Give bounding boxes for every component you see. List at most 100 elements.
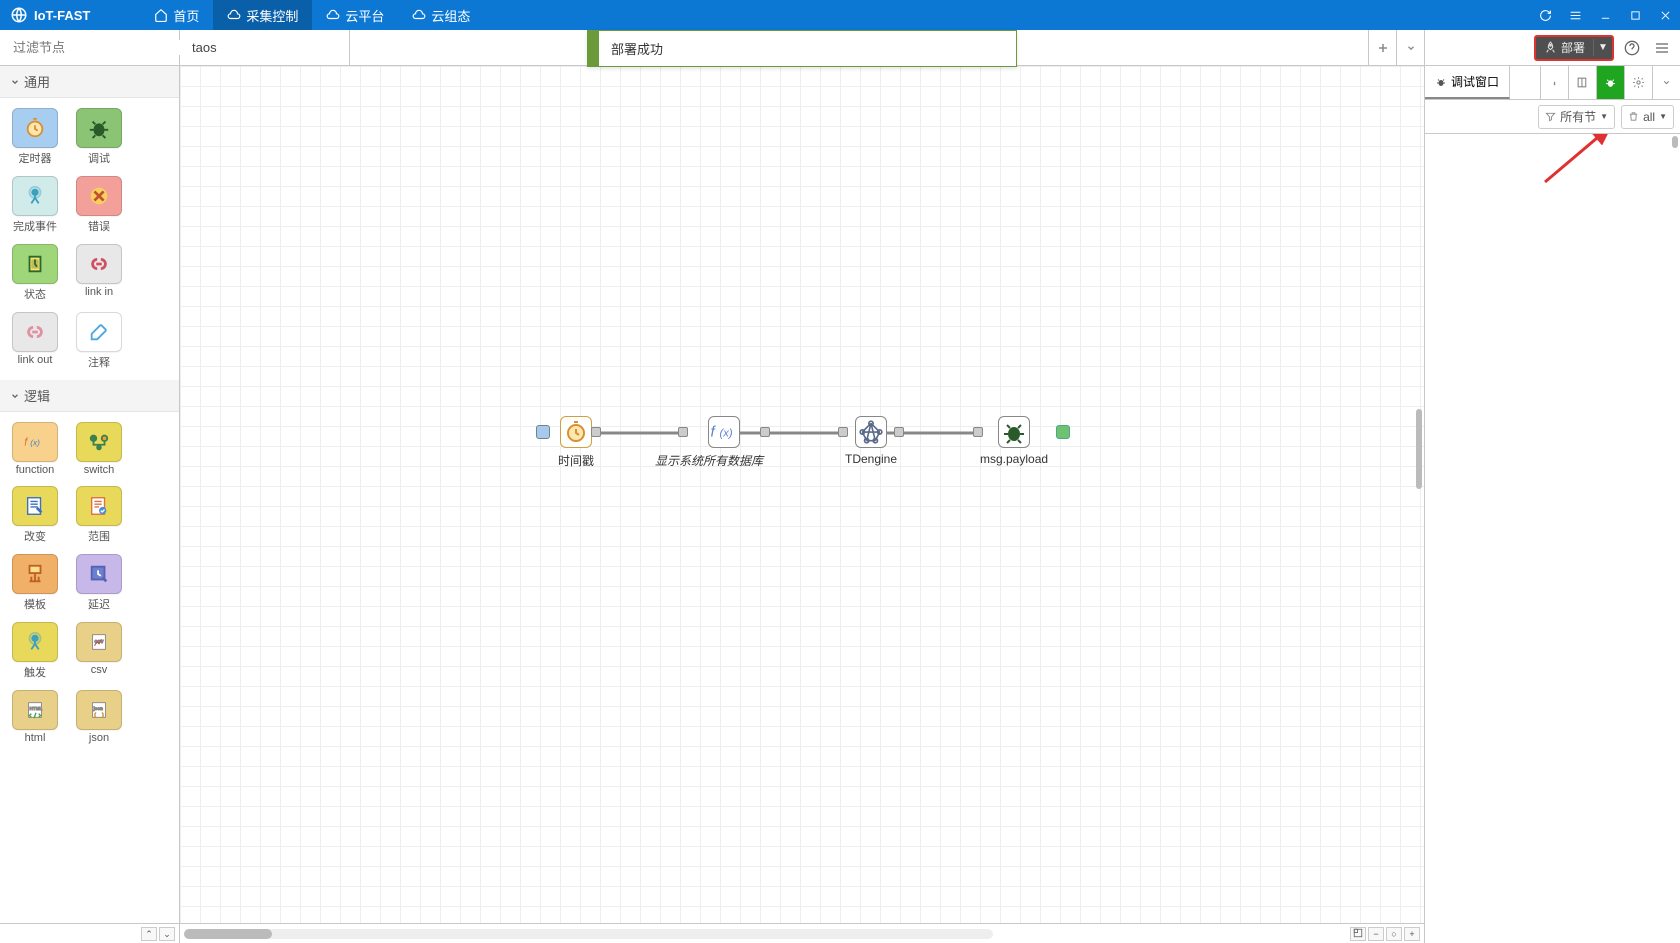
- debug-vertical-scrollbar[interactable]: [1672, 136, 1678, 941]
- close-icon: [1660, 10, 1671, 21]
- svg-text:HTML: HTML: [30, 706, 43, 711]
- debug-toggle-button[interactable]: [1056, 425, 1070, 439]
- add-flow-button[interactable]: [1368, 30, 1396, 66]
- inject-trigger-button[interactable]: [536, 425, 550, 439]
- svg-text:f: f: [711, 424, 717, 441]
- palette-footer: ⌃ ⌄: [0, 923, 179, 943]
- plus-icon: [1377, 42, 1389, 54]
- hamburger-icon: [1654, 40, 1670, 56]
- node-html[interactable]: HTMLhtml: [8, 690, 62, 744]
- navigator-button[interactable]: [1350, 927, 1366, 941]
- maximize-button[interactable]: [1620, 0, 1650, 30]
- chevron-down-icon: [10, 391, 20, 401]
- canvas-wrap: 时间戳 f(x) 显示系统所有数据库 TDengine: [180, 66, 1424, 923]
- menu-cloud-platform[interactable]: 云平台: [312, 0, 398, 30]
- canvas-horizontal-scrollbar[interactable]: [184, 929, 993, 939]
- workspace: taos 部署成功 时间戳: [180, 30, 1424, 943]
- node-input-port[interactable]: [973, 427, 983, 437]
- zoom-out-button[interactable]: −: [1368, 927, 1384, 941]
- node-comment[interactable]: 注释: [72, 312, 126, 370]
- deploy-button[interactable]: 部署 ▼: [1534, 35, 1614, 61]
- category-general[interactable]: 通用: [0, 66, 179, 98]
- category-logic[interactable]: 逻辑: [0, 380, 179, 412]
- cloud-state-icon: [412, 8, 426, 22]
- node-output-port[interactable]: [591, 427, 601, 437]
- menu-collect-control[interactable]: 采集控制: [213, 0, 312, 30]
- debug-filter-dropdown[interactable]: 所有节 ▼: [1538, 105, 1615, 129]
- svg-text:(x): (x): [720, 428, 733, 440]
- node-output-port[interactable]: [894, 427, 904, 437]
- palette-body[interactable]: 通用 定时器 调试 完成事件 错误 状态 link in link out 注释…: [0, 66, 179, 923]
- node-function[interactable]: f(x)function: [8, 422, 62, 476]
- zoom-in-button[interactable]: +: [1404, 927, 1420, 941]
- node-status[interactable]: 状态: [8, 244, 62, 302]
- sidebar-tab-more[interactable]: [1652, 66, 1680, 99]
- chevron-down-icon: [1406, 43, 1416, 53]
- hamburger-icon: [1569, 9, 1582, 22]
- node-catch[interactable]: 错误: [72, 176, 126, 234]
- sidebar-tab-debug[interactable]: 调试窗口: [1425, 66, 1510, 99]
- help-button[interactable]: [1620, 36, 1644, 60]
- chevron-down-icon: [1662, 78, 1671, 87]
- refresh-icon: [1539, 9, 1552, 22]
- node-range[interactable]: 范围: [72, 486, 126, 544]
- info-icon: [1548, 76, 1561, 89]
- node-switch[interactable]: switch: [72, 422, 126, 476]
- flow-node-function[interactable]: f(x) 显示系统所有数据库: [685, 416, 763, 469]
- sidebar-tab-config[interactable]: [1624, 66, 1652, 99]
- book-icon: [1576, 76, 1589, 89]
- flow-list-button[interactable]: [1396, 30, 1424, 66]
- flow-tab-taos[interactable]: taos: [180, 30, 350, 65]
- logo-icon: [10, 6, 28, 24]
- gear-icon: [1632, 76, 1645, 89]
- sidebar-tab-info[interactable]: [1540, 66, 1568, 99]
- debug-toolbar: 所有节 ▼ all ▼: [1425, 100, 1680, 134]
- sidebar-tab-help[interactable]: [1568, 66, 1596, 99]
- node-input-port[interactable]: [678, 427, 688, 437]
- canvas-vertical-scrollbar[interactable]: [1416, 68, 1422, 921]
- debug-clear-dropdown[interactable]: all ▼: [1621, 105, 1674, 129]
- menu-home[interactable]: 首页: [140, 0, 213, 30]
- node-input-port[interactable]: [838, 427, 848, 437]
- node-link-out[interactable]: link out: [8, 312, 62, 370]
- svg-text:(x): (x): [30, 438, 40, 448]
- deploy-options-button[interactable]: ▼: [1594, 42, 1612, 53]
- trash-icon: [1628, 111, 1639, 122]
- flow-node-tdengine[interactable]: TDengine: [845, 416, 897, 466]
- palette-search-input[interactable]: [13, 40, 189, 55]
- refresh-button[interactable]: [1530, 0, 1560, 30]
- node-template[interactable]: 模板: [8, 554, 62, 612]
- node-delay[interactable]: 延迟: [72, 554, 126, 612]
- sidebar-tab-debug-active[interactable]: [1596, 66, 1624, 99]
- title-bar: IoT-FAST 首页 采集控制 云平台 云组态: [0, 0, 1680, 30]
- flow-canvas[interactable]: 时间戳 f(x) 显示系统所有数据库 TDengine: [180, 66, 1424, 923]
- filter-icon: [1545, 111, 1556, 122]
- annotation-arrow: [1535, 134, 1625, 192]
- debug-output[interactable]: [1425, 134, 1680, 943]
- svg-text:json: json: [93, 706, 104, 711]
- node-trigger[interactable]: 触发: [8, 622, 62, 680]
- node-timer[interactable]: 定时器: [8, 108, 62, 166]
- node-change[interactable]: 改变: [8, 486, 62, 544]
- main-menu-button[interactable]: [1650, 36, 1674, 60]
- app-logo: IoT-FAST: [0, 6, 100, 24]
- palette-collapse-button[interactable]: ⌃: [141, 927, 157, 941]
- node-json[interactable]: jsonjson: [72, 690, 126, 744]
- node-complete[interactable]: 完成事件: [8, 176, 62, 234]
- menu-cloud-state[interactable]: 云组态: [398, 0, 484, 30]
- palette-search: [0, 30, 179, 66]
- minimize-button[interactable]: [1590, 0, 1620, 30]
- flow-node-inject[interactable]: 时间戳: [558, 416, 594, 469]
- close-button[interactable]: [1650, 0, 1680, 30]
- palette-expand-button[interactable]: ⌄: [159, 927, 175, 941]
- node-link-in[interactable]: link in: [72, 244, 126, 302]
- app-menu-button[interactable]: [1560, 0, 1590, 30]
- node-csv[interactable]: csvcsv: [72, 622, 126, 680]
- flow-node-debug[interactable]: msg.payload: [980, 416, 1048, 466]
- zoom-reset-button[interactable]: ○: [1386, 927, 1402, 941]
- minimize-icon: [1600, 10, 1611, 21]
- svg-text:f: f: [24, 437, 28, 449]
- node-output-port[interactable]: [760, 427, 770, 437]
- node-debug[interactable]: 调试: [72, 108, 126, 166]
- node-palette: 通用 定时器 调试 完成事件 错误 状态 link in link out 注释…: [0, 30, 180, 943]
